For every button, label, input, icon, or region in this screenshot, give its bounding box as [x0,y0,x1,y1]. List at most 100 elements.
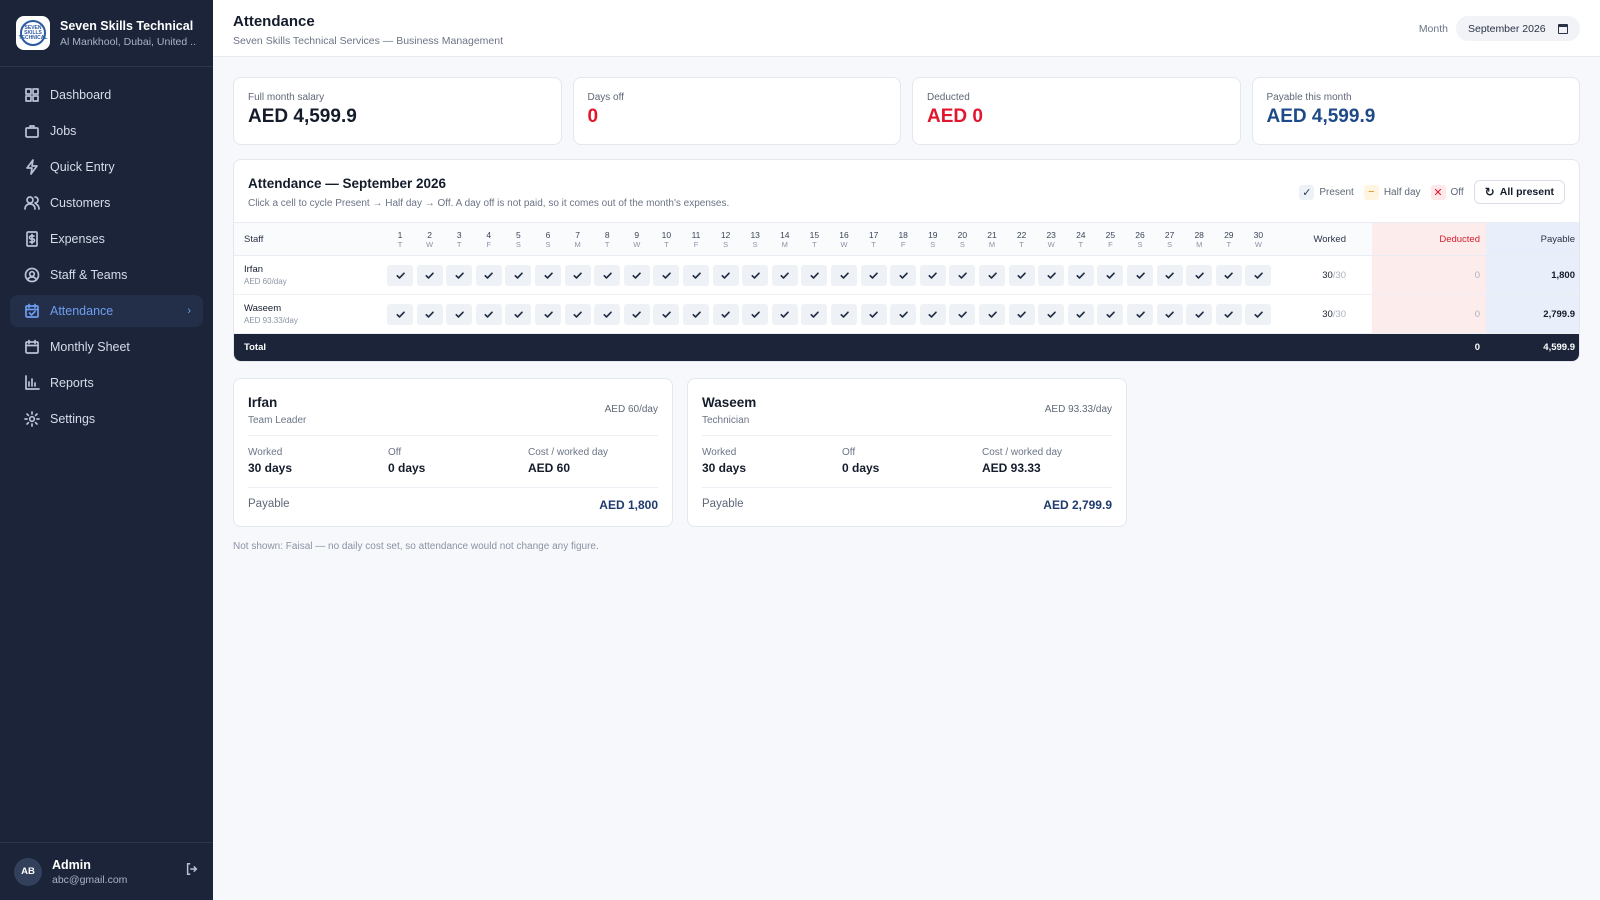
attendance-cell[interactable] [1215,304,1242,325]
day-number: 11 [691,230,701,240]
check-icon [395,270,406,281]
check-icon [868,270,879,281]
logout-icon[interactable] [185,862,199,881]
attendance-cell[interactable] [564,265,591,286]
attendance-cell[interactable] [890,304,917,325]
attendance-cell[interactable] [831,304,857,325]
attendance-cell[interactable] [1127,304,1153,325]
attendance-cell[interactable] [416,304,443,325]
attendance-cell[interactable] [949,304,976,325]
staff-rate: AED 60/day [244,277,287,286]
attendance-cell[interactable] [860,304,887,325]
attendance-cell[interactable] [1038,265,1065,286]
sidebar-item-customers[interactable]: Customers [10,187,203,219]
avatar[interactable]: AB [14,857,42,886]
calendar-icon[interactable] [1558,23,1568,34]
attendance-cell[interactable] [771,304,798,325]
attendance-cell[interactable] [653,265,680,286]
attendance-cell[interactable] [446,304,473,325]
attendance-cell[interactable] [683,265,709,286]
attendance-cell[interactable] [535,304,561,325]
attendance-cell[interactable] [949,265,976,286]
sidebar-item-dashboard[interactable]: Dashboard [10,79,203,111]
attendance-cell[interactable] [979,304,1005,325]
attendance-cell[interactable] [535,265,561,286]
check-icon [395,309,406,320]
attendance-cell[interactable] [1097,265,1124,286]
attendance-cell[interactable] [742,265,769,286]
attendance-cell[interactable] [712,304,739,325]
attendance-cell[interactable] [1127,265,1153,286]
attendance-cell[interactable] [919,265,946,286]
attendance-cell[interactable] [416,265,443,286]
attendance-cell[interactable] [771,265,798,286]
check-icon [1075,270,1086,281]
attendance-cell[interactable] [1008,265,1035,286]
attendance-cell[interactable] [387,304,413,325]
attendance-cell[interactable] [1186,304,1213,325]
attendance-cell[interactable] [446,265,473,286]
attendance-cell[interactable] [1156,265,1183,286]
attendance-cell[interactable] [1008,304,1035,325]
day-number: 12 [720,230,731,240]
attendance-cell[interactable] [1186,265,1213,286]
cost-label: Cost / worked day [528,447,609,458]
attendance-cell[interactable] [623,265,650,286]
attendance-cell[interactable] [505,265,532,286]
check-icon [839,309,850,320]
day-number: 9 [634,230,640,240]
attendance-cell[interactable] [1038,304,1065,325]
total-label: Total [244,342,266,353]
sidebar-item-jobs[interactable]: Jobs [10,115,203,147]
attendance-cell[interactable] [1245,304,1272,325]
month-picker[interactable]: September 2026 [1456,16,1580,41]
stat-card: Payable this month AED 4,599.9 [1251,77,1580,145]
attendance-cell[interactable] [594,265,621,286]
attendance-cell[interactable] [683,304,709,325]
attendance-cell[interactable] [979,265,1005,286]
attendance-cell[interactable] [1215,265,1242,286]
attendance-cell[interactable] [801,265,828,286]
table-header: Staff 1 T 2 W 3 T 4 F 5 S 6 S 7 M 8 T 9 W 10 T 11 F 12 S 13 S 14 M 15… [234,222,1579,256]
attendance-cell[interactable] [1097,304,1124,325]
check-icon [957,309,968,320]
attendance-cell[interactable] [1156,304,1183,325]
sidebar-item-settings[interactable]: Settings [10,403,203,435]
brand[interactable]: SEVEN SKILLS TECHNICAL Seven Skills Tech… [0,0,213,67]
sidebar-item-quick-entry[interactable]: Quick Entry [10,151,203,183]
worked-cell: 30/30 [1270,270,1358,281]
check-icon [631,309,642,320]
sidebar-item-attendance[interactable]: Attendance › [10,295,203,327]
attendance-cell[interactable] [564,304,591,325]
attendance-cell[interactable] [475,265,502,286]
sidebar-item-monthly-sheet[interactable]: Monthly Sheet [10,331,203,363]
all-present-button[interactable]: ↻ All present [1473,180,1565,204]
attendance-cell[interactable] [475,304,502,325]
day-weekday: M [988,240,996,249]
check-icon [1253,270,1264,281]
sidebar-item-staff-teams[interactable]: Staff & Teams [10,259,203,291]
attendance-cell[interactable] [742,304,769,325]
attendance-cell[interactable] [801,304,828,325]
attendance-cell[interactable] [919,304,946,325]
attendance-cell[interactable] [594,304,621,325]
sidebar-item-label: Jobs [50,124,77,138]
attendance-cell[interactable] [387,265,413,286]
day-weekday: S [515,240,521,249]
attendance-cell[interactable] [831,265,857,286]
attendance-cell[interactable] [860,265,887,286]
attendance-cell[interactable] [890,265,917,286]
header-deducted: Deducted [1439,234,1480,245]
check-icon [513,270,524,281]
attendance-cell[interactable] [1245,265,1272,286]
attendance-cell[interactable] [712,265,739,286]
sidebar-item-expenses[interactable]: Expenses [10,223,203,255]
attendance-cell[interactable] [1067,304,1094,325]
legend: ✓ Present − Half day ✕ Off ↻ All present [1299,180,1565,204]
check-icon [424,270,435,281]
attendance-cell[interactable] [1067,265,1094,286]
attendance-cell[interactable] [623,304,650,325]
attendance-cell[interactable] [653,304,680,325]
attendance-cell[interactable] [505,304,532,325]
sidebar-item-reports[interactable]: Reports [10,367,203,399]
